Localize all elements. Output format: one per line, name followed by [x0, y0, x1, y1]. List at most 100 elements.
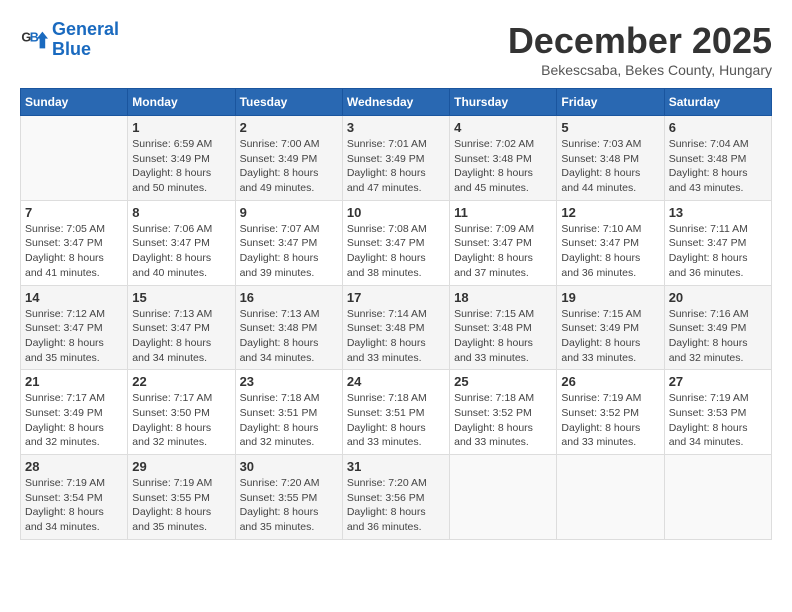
day-info: Sunrise: 7:08 AM Sunset: 3:47 PM Dayligh… [347, 222, 445, 281]
calendar-cell: 2 Sunrise: 7:00 AM Sunset: 3:49 PM Daylig… [235, 116, 342, 201]
day-number: 8 [132, 205, 230, 220]
logo: G B GeneralBlue [20, 20, 119, 60]
day-number: 30 [240, 459, 338, 474]
day-number: 15 [132, 290, 230, 305]
calendar-cell [450, 455, 557, 540]
calendar-cell: 22 Sunrise: 7:17 AM Sunset: 3:50 PM Dayli… [128, 370, 235, 455]
day-info: Sunrise: 7:06 AM Sunset: 3:47 PM Dayligh… [132, 222, 230, 281]
day-info: Sunrise: 7:17 AM Sunset: 3:50 PM Dayligh… [132, 391, 230, 450]
day-info: Sunrise: 7:18 AM Sunset: 3:51 PM Dayligh… [347, 391, 445, 450]
logo-text: GeneralBlue [52, 20, 119, 60]
day-info: Sunrise: 7:19 AM Sunset: 3:55 PM Dayligh… [132, 476, 230, 535]
calendar-cell: 7 Sunrise: 7:05 AM Sunset: 3:47 PM Daylig… [21, 200, 128, 285]
weekday-header: Friday [557, 89, 664, 116]
day-number: 24 [347, 374, 445, 389]
weekday-header: Wednesday [342, 89, 449, 116]
day-number: 26 [561, 374, 659, 389]
day-number: 17 [347, 290, 445, 305]
day-number: 2 [240, 120, 338, 135]
calendar-cell: 10Sunrise: 7:08 AM Sunset: 3:47 PM Dayli… [342, 200, 449, 285]
day-number: 22 [132, 374, 230, 389]
weekday-header: Sunday [21, 89, 128, 116]
calendar-cell: 26 Sunrise: 7:19 AM Sunset: 3:52 PM Dayli… [557, 370, 664, 455]
day-number: 1 [132, 120, 230, 135]
day-number: 9 [240, 205, 338, 220]
day-info: Sunrise: 7:17 AM Sunset: 3:49 PM Dayligh… [25, 391, 123, 450]
calendar-cell: 19Sunrise: 7:15 AM Sunset: 3:49 PM Dayli… [557, 285, 664, 370]
calendar-cell: 31Sunrise: 7:20 AM Sunset: 3:56 PM Dayli… [342, 455, 449, 540]
day-info: Sunrise: 7:00 AM Sunset: 3:49 PM Dayligh… [240, 137, 338, 196]
day-info: Sunrise: 7:12 AM Sunset: 3:47 PM Dayligh… [25, 307, 123, 366]
day-number: 6 [669, 120, 767, 135]
day-number: 18 [454, 290, 552, 305]
calendar-cell: 28 Sunrise: 7:19 AM Sunset: 3:54 PM Dayli… [21, 455, 128, 540]
calendar-cell: 21 Sunrise: 7:17 AM Sunset: 3:49 PM Dayli… [21, 370, 128, 455]
day-info: Sunrise: 7:19 AM Sunset: 3:52 PM Dayligh… [561, 391, 659, 450]
calendar-cell: 25 Sunrise: 7:18 AM Sunset: 3:52 PM Dayli… [450, 370, 557, 455]
calendar-cell: 23Sunrise: 7:18 AM Sunset: 3:51 PM Dayli… [235, 370, 342, 455]
day-number: 12 [561, 205, 659, 220]
month-title: December 2025 [508, 20, 772, 62]
calendar-week-row: 21 Sunrise: 7:17 AM Sunset: 3:49 PM Dayli… [21, 370, 772, 455]
calendar-cell: 6 Sunrise: 7:04 AM Sunset: 3:48 PM Daylig… [664, 116, 771, 201]
day-info: Sunrise: 7:19 AM Sunset: 3:54 PM Dayligh… [25, 476, 123, 535]
calendar-table: SundayMondayTuesdayWednesdayThursdayFrid… [20, 88, 772, 540]
day-info: Sunrise: 7:14 AM Sunset: 3:48 PM Dayligh… [347, 307, 445, 366]
day-info: Sunrise: 7:20 AM Sunset: 3:56 PM Dayligh… [347, 476, 445, 535]
weekday-header: Tuesday [235, 89, 342, 116]
page-header: G B GeneralBlue December 2025 Bekescsaba… [20, 20, 772, 78]
calendar-cell: 9 Sunrise: 7:07 AM Sunset: 3:47 PM Daylig… [235, 200, 342, 285]
day-info: Sunrise: 7:07 AM Sunset: 3:47 PM Dayligh… [240, 222, 338, 281]
calendar-cell: 17 Sunrise: 7:14 AM Sunset: 3:48 PM Dayli… [342, 285, 449, 370]
calendar-week-row: 1 Sunrise: 6:59 AM Sunset: 3:49 PM Daylig… [21, 116, 772, 201]
calendar-cell: 15 Sunrise: 7:13 AM Sunset: 3:47 PM Dayli… [128, 285, 235, 370]
calendar-week-row: 14 Sunrise: 7:12 AM Sunset: 3:47 PM Dayli… [21, 285, 772, 370]
day-info: Sunrise: 7:04 AM Sunset: 3:48 PM Dayligh… [669, 137, 767, 196]
day-number: 29 [132, 459, 230, 474]
calendar-cell: 3 Sunrise: 7:01 AM Sunset: 3:49 PM Daylig… [342, 116, 449, 201]
calendar-cell: 13Sunrise: 7:11 AM Sunset: 3:47 PM Dayli… [664, 200, 771, 285]
weekday-header: Thursday [450, 89, 557, 116]
calendar-cell: 12 Sunrise: 7:10 AM Sunset: 3:47 PM Dayli… [557, 200, 664, 285]
day-info: Sunrise: 7:11 AM Sunset: 3:47 PM Dayligh… [669, 222, 767, 281]
day-info: Sunrise: 7:20 AM Sunset: 3:55 PM Dayligh… [240, 476, 338, 535]
calendar-cell: 8 Sunrise: 7:06 AM Sunset: 3:47 PM Daylig… [128, 200, 235, 285]
calendar-cell [21, 116, 128, 201]
day-number: 28 [25, 459, 123, 474]
calendar-cell: 30 Sunrise: 7:20 AM Sunset: 3:55 PM Dayli… [235, 455, 342, 540]
logo-icon: G B [20, 26, 48, 54]
day-number: 20 [669, 290, 767, 305]
day-info: Sunrise: 7:01 AM Sunset: 3:49 PM Dayligh… [347, 137, 445, 196]
day-info: Sunrise: 7:09 AM Sunset: 3:47 PM Dayligh… [454, 222, 552, 281]
day-info: Sunrise: 7:19 AM Sunset: 3:53 PM Dayligh… [669, 391, 767, 450]
day-number: 23 [240, 374, 338, 389]
calendar-cell: 24 Sunrise: 7:18 AM Sunset: 3:51 PM Dayli… [342, 370, 449, 455]
day-number: 21 [25, 374, 123, 389]
day-number: 14 [25, 290, 123, 305]
day-number: 7 [25, 205, 123, 220]
calendar-cell: 14 Sunrise: 7:12 AM Sunset: 3:47 PM Dayli… [21, 285, 128, 370]
calendar-cell [664, 455, 771, 540]
weekday-header: Monday [128, 89, 235, 116]
calendar-cell: 29 Sunrise: 7:19 AM Sunset: 3:55 PM Dayli… [128, 455, 235, 540]
day-info: Sunrise: 7:16 AM Sunset: 3:49 PM Dayligh… [669, 307, 767, 366]
day-number: 11 [454, 205, 552, 220]
calendar-cell: 16 Sunrise: 7:13 AM Sunset: 3:48 PM Dayli… [235, 285, 342, 370]
calendar-cell: 4Sunrise: 7:02 AM Sunset: 3:48 PM Daylig… [450, 116, 557, 201]
day-info: Sunrise: 7:13 AM Sunset: 3:47 PM Dayligh… [132, 307, 230, 366]
day-number: 16 [240, 290, 338, 305]
day-info: Sunrise: 7:18 AM Sunset: 3:52 PM Dayligh… [454, 391, 552, 450]
day-info: Sunrise: 6:59 AM Sunset: 3:49 PM Dayligh… [132, 137, 230, 196]
calendar-cell: 18Sunrise: 7:15 AM Sunset: 3:48 PM Dayli… [450, 285, 557, 370]
day-info: Sunrise: 7:05 AM Sunset: 3:47 PM Dayligh… [25, 222, 123, 281]
calendar-cell: 11 Sunrise: 7:09 AM Sunset: 3:47 PM Dayli… [450, 200, 557, 285]
day-info: Sunrise: 7:13 AM Sunset: 3:48 PM Dayligh… [240, 307, 338, 366]
day-number: 25 [454, 374, 552, 389]
day-info: Sunrise: 7:10 AM Sunset: 3:47 PM Dayligh… [561, 222, 659, 281]
day-number: 3 [347, 120, 445, 135]
day-info: Sunrise: 7:03 AM Sunset: 3:48 PM Dayligh… [561, 137, 659, 196]
day-number: 27 [669, 374, 767, 389]
calendar-week-row: 28 Sunrise: 7:19 AM Sunset: 3:54 PM Dayli… [21, 455, 772, 540]
calendar-cell: 1 Sunrise: 6:59 AM Sunset: 3:49 PM Daylig… [128, 116, 235, 201]
weekday-header-row: SundayMondayTuesdayWednesdayThursdayFrid… [21, 89, 772, 116]
